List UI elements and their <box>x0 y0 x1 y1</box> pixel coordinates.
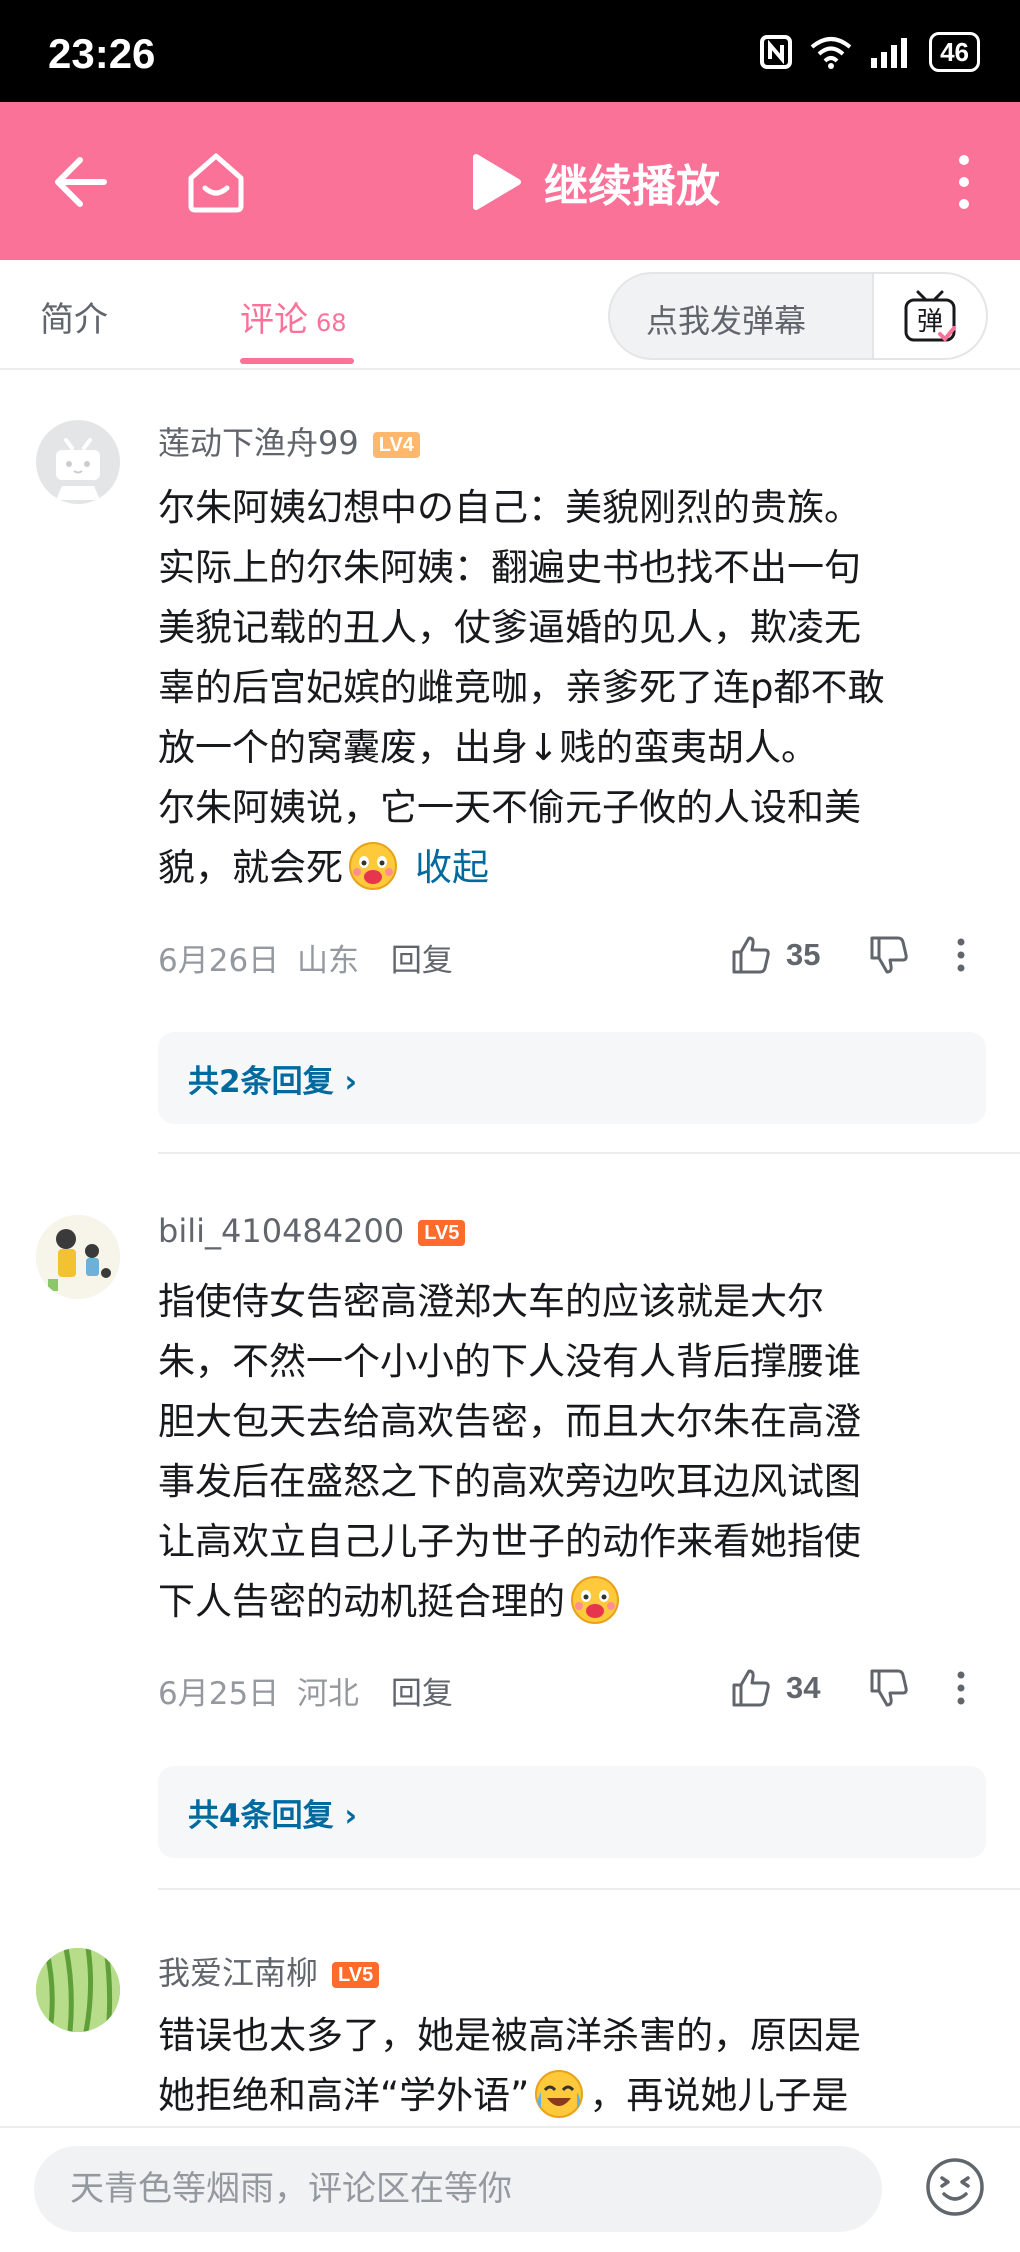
comment-actions: 35 <box>730 934 966 976</box>
thumbs-down-icon[interactable] <box>868 1667 910 1709</box>
like-count: 34 <box>786 1670 821 1705</box>
level-badge: LV5 <box>332 1962 380 1988</box>
comment-line: 错误也太多了，她是被高洋杀害的，原因是 <box>158 2014 861 2057</box>
drooling-face-emoji-icon <box>349 842 397 890</box>
divider <box>158 1888 1020 1890</box>
comment-location: 山东 <box>297 943 360 979</box>
comment-text: 指使侍女告密高澄郑大车的应该就是大尔 朱，不然一个小小的下人没有人背后撑腰谁 胆… <box>158 1272 988 1632</box>
signal-icon <box>871 38 908 68</box>
comment-line-text: ，再说她儿子是 <box>589 2074 849 2117</box>
view-replies-label: 共2条回复 › <box>188 1064 358 1100</box>
danmaku-tv-icon: 弹 <box>904 290 956 342</box>
comment-meta: 6月26日 山东 回复 <box>158 935 453 980</box>
emoji-picker-icon[interactable] <box>924 2156 986 2218</box>
tab-intro[interactable]: 简介 <box>40 292 108 341</box>
danmaku-placeholder: 点我发弹幕 <box>646 302 807 340</box>
home-icon[interactable] <box>185 150 247 214</box>
comment-line: 指使侍女告密高澄郑大车的应该就是大尔 <box>158 1280 824 1323</box>
comments-count: 68 <box>316 309 347 337</box>
tab-comments[interactable]: 评论 68 <box>240 292 347 341</box>
battery-icon: 46 <box>929 32 980 72</box>
wifi-icon <box>810 37 852 69</box>
thumbs-up-icon[interactable] <box>730 934 772 976</box>
comment-line: 尔朱阿姨幻想中の自己：美貌刚烈的贵族。 <box>158 486 861 529</box>
willow-avatar-icon <box>36 1948 120 2032</box>
thumbs-up-icon[interactable] <box>730 1667 772 1709</box>
username-text: bili_410484200 <box>158 1212 405 1250</box>
username-text: 我爱江南柳 <box>158 1954 319 1992</box>
drooling-face-emoji-icon <box>571 1576 619 1624</box>
view-replies-label: 共4条回复 › <box>188 1798 358 1834</box>
comment-line: 实际上的尔朱阿姨：翻遍史书也找不出一句 <box>158 546 861 589</box>
more-vertical-icon[interactable] <box>958 154 970 210</box>
level-badge: LV5 <box>418 1220 466 1246</box>
back-arrow-icon[interactable] <box>50 152 110 212</box>
level-badge: LV4 <box>372 432 420 458</box>
comment-line: 辜的后宫妃嫔的雌竞咖，亲爹死了连p都不敢 <box>158 666 885 709</box>
tab-comments-label: 评论 <box>240 300 308 340</box>
comment-input-bar: 天青色等烟雨，评论区在等你 <box>0 2126 1020 2252</box>
comment-line-last: 貌，就会死 收起 <box>158 838 988 898</box>
nfc-icon <box>760 35 793 69</box>
comment-line: 尔朱阿姨说，它一天不偷元子攸的人设和美 <box>158 786 861 829</box>
comment-line: 胆大包天去给高欢告密，而且大尔朱在高澄 <box>158 1400 861 1443</box>
like-count: 35 <box>786 937 821 972</box>
status-time: 23:26 <box>48 30 156 77</box>
comment-meta: 6月25日 河北 回复 <box>158 1668 453 1713</box>
avatar[interactable] <box>36 1215 120 1299</box>
default-avatar-icon <box>56 438 100 500</box>
comment-line-text: 她拒绝和高洋“学外语” <box>158 2074 530 2117</box>
comment-line: 美貌记载的丑人，仗爹逼婚的见人，欺凌无 <box>158 606 861 649</box>
comment-line-last: 下人告密的动机挺合理的 <box>158 1572 988 1632</box>
comment-line: 事发后在盛怒之下的高欢旁边吹耳边风试图 <box>158 1460 861 1503</box>
avatar[interactable] <box>36 420 120 504</box>
more-options-icon[interactable] <box>956 1670 966 1706</box>
laughing-tears-emoji-icon <box>535 2070 584 2118</box>
continue-play-button[interactable]: 继续播放 <box>470 150 720 214</box>
replies-count-text: 共4条回复 <box>188 1798 334 1834</box>
comment-username[interactable]: 我爱江南柳 LV5 <box>158 1948 380 1994</box>
status-icons: 46 <box>759 32 980 72</box>
view-replies-button[interactable]: 共2条回复 › <box>158 1032 986 1124</box>
comment-location: 河北 <box>297 1676 360 1712</box>
comment-date: 6月26日 <box>158 943 280 979</box>
avatar[interactable] <box>36 1948 120 2032</box>
divider <box>158 1152 1020 1154</box>
comment-username[interactable]: 莲动下渔舟99 LV4 <box>158 418 420 464</box>
username-text: 莲动下渔舟99 <box>158 424 359 462</box>
comment-text: 错误也太多了，她是被高洋杀害的，原因是 她拒绝和高洋“学外语” ，再说她儿子是 <box>158 2006 988 2126</box>
reply-button[interactable]: 回复 <box>391 943 453 979</box>
comment-actions: 34 <box>730 1667 966 1709</box>
comment-line: 让高欢立自己儿子为世子的动作来看她指使 <box>158 1520 861 1563</box>
comment-username[interactable]: bili_410484200 LV5 <box>158 1212 466 1250</box>
view-replies-button[interactable]: 共4条回复 › <box>158 1766 986 1858</box>
cartoon-avatar-icon <box>36 1215 120 1299</box>
comment-line-text: 下人告密的动机挺合理的 <box>158 1580 565 1623</box>
comment-line: 放一个的窝囊废，出身↓贱的蛮夷胡人。 <box>158 726 819 769</box>
top-bar: 继续播放 <box>0 102 1020 260</box>
thumbs-down-icon[interactable] <box>868 934 910 976</box>
replies-count-text: 共2条回复 <box>188 1064 334 1100</box>
continue-play-label: 继续播放 <box>544 161 720 212</box>
reply-button[interactable]: 回复 <box>391 1676 453 1712</box>
status-bar: 23:26 46 <box>0 0 1020 102</box>
play-icon <box>473 154 521 210</box>
comment-text: 尔朱阿姨幻想中の自己：美貌刚烈的贵族。 实际上的尔朱阿姨：翻遍史书也找不出一句 … <box>158 478 988 898</box>
collapse-link[interactable]: 收起 <box>415 846 489 889</box>
danmaku-input[interactable]: 点我发弹幕 弹 <box>608 272 988 360</box>
comment-line: 朱，不然一个小小的下人没有人背后撑腰谁 <box>158 1340 861 1383</box>
comment-line: 她拒绝和高洋“学外语” ，再说她儿子是 <box>158 2066 988 2126</box>
comment-input[interactable]: 天青色等烟雨，评论区在等你 <box>34 2146 882 2232</box>
comment-date: 6月25日 <box>158 1676 280 1712</box>
active-tab-indicator <box>240 358 354 364</box>
danmaku-toggle-button[interactable]: 弹 <box>872 274 986 358</box>
comment-line-text: 貌，就会死 <box>158 846 343 889</box>
more-options-icon[interactable] <box>956 937 966 973</box>
